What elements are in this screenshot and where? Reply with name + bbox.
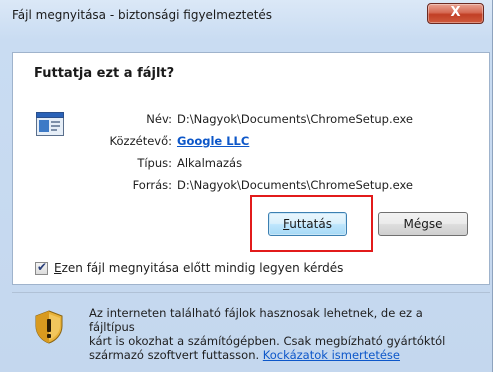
window-title: Fájl megnyitása - biztonsági figyelmezte… <box>12 8 273 22</box>
always-ask-label[interactable]: Ezen fájl megnyitása előtt mindig legyen… <box>54 261 343 275</box>
security-shield-icon <box>35 310 63 344</box>
title-bar[interactable]: Fájl megnyitása - biztonsági figyelmezte… <box>0 0 493 30</box>
close-icon: X <box>450 5 461 20</box>
dialog-heading: Futtatja ezt a fájlt? <box>34 66 175 81</box>
publisher-label: Közzétevő: <box>109 134 172 148</box>
type-value: Alkalmazás <box>177 156 243 170</box>
cancel-button[interactable]: Mégse <box>378 212 468 236</box>
checkmark-icon: ✔ <box>37 260 48 274</box>
source-value: D:\Nagyok\Documents\ChromeSetup.exe <box>177 178 414 192</box>
security-warning-dialog: Fájl megnyitása - biztonsági figyelmezte… <box>0 0 493 372</box>
name-value: D:\Nagyok\Documents\ChromeSetup.exe <box>177 112 414 126</box>
type-label: Típus: <box>137 156 172 170</box>
warning-line-3: származó szoftvert futtasson. <box>89 348 260 362</box>
source-label: Forrás: <box>132 178 172 192</box>
application-file-icon <box>36 112 64 136</box>
close-button[interactable]: X <box>427 3 484 24</box>
warning-message: Az interneten található fájlok hasznosak… <box>89 306 469 362</box>
always-ask-accesskey: E <box>54 261 62 275</box>
divider <box>12 292 490 293</box>
name-label: Név: <box>146 112 172 126</box>
run-button-highlight <box>250 195 373 252</box>
publisher-link[interactable]: Google LLC <box>177 134 249 148</box>
cancel-button-label: Mégse <box>403 217 443 231</box>
always-ask-checkbox[interactable]: ✔ <box>35 260 48 275</box>
warning-line-1: Az interneten található fájlok hasznosak… <box>89 306 423 334</box>
risks-link[interactable]: Kockázatok ismertetése <box>263 348 400 362</box>
always-ask-text: zen fájl megnyitása előtt mindig legyen … <box>61 261 344 275</box>
warning-line-2: kárt is okozhat a számítógépben. Csak me… <box>89 334 446 348</box>
